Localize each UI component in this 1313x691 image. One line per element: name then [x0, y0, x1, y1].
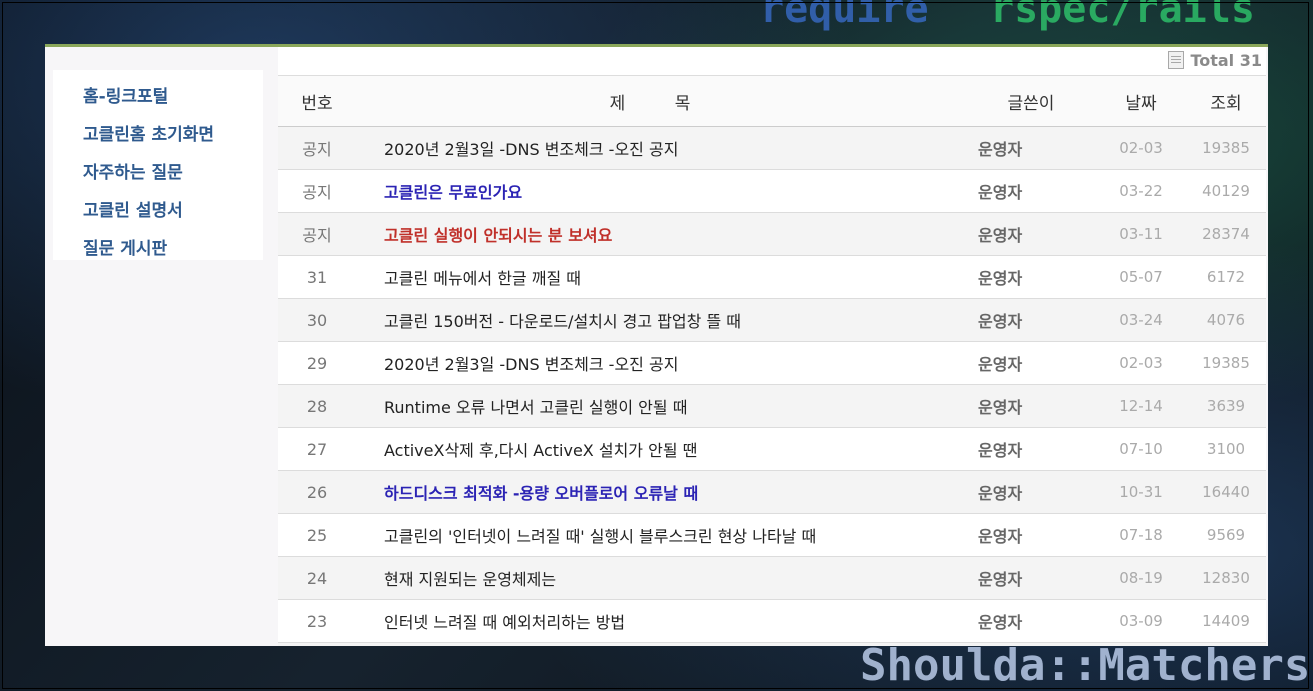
background-code-text: rspec/rails [990, 0, 1255, 32]
post-views: 28374 [1186, 212, 1266, 256]
post-title-link[interactable]: 고클린의 '인터넷이 느려질 때' 실행시 블루스크린 현상 나타날 때 [356, 513, 966, 557]
post-number: 공지 [278, 126, 356, 170]
post-date: 05-07 [1096, 255, 1186, 299]
post-views: 12496 [1186, 642, 1266, 646]
post-views: 19385 [1186, 341, 1266, 385]
post-number: 27 [278, 427, 356, 471]
post-title-link[interactable]: 인터넷 느려질 때 예외처리하는 방법 [356, 599, 966, 643]
post-writer: 운영자 [966, 126, 1096, 170]
post-writer: 운영자 [966, 384, 1096, 428]
post-number: 23 [278, 599, 356, 643]
post-writer: 운영자 [966, 255, 1096, 299]
table-row[interactable]: 22시작프로그램관리에 기본적으로 있어야 할 목록운영자12-1212496 [278, 642, 1266, 646]
post-views: 6172 [1186, 255, 1266, 299]
post-number: 28 [278, 384, 356, 428]
post-views: 40129 [1186, 169, 1266, 213]
post-writer: 운영자 [966, 599, 1096, 643]
table-header-row: 번호 제 목 글쓴이 날짜 조회 [278, 76, 1266, 127]
sidebar-item-qna-board[interactable]: 질문 게시판 [83, 230, 263, 268]
post-number: 공지 [278, 169, 356, 213]
post-writer: 운영자 [966, 298, 1096, 342]
document-icon [1168, 51, 1185, 69]
post-number: 30 [278, 298, 356, 342]
table-row[interactable]: 공지 고클린 실행이 안되시는 분 보셔요 운영자 03-11 28374 [278, 212, 1266, 256]
background-code-text: require [760, 0, 929, 32]
table-row[interactable]: 25 고클린의 '인터넷이 느려질 때' 실행시 블루스크린 현상 나타날 때 운영… [278, 513, 1266, 557]
total-count: Total 31 [278, 47, 1266, 76]
post-date: 03-11 [1096, 212, 1186, 256]
post-title-link[interactable]: 고클린 150버전 - 다운로드/설치시 경고 팝업창 뜰 때 [356, 298, 966, 342]
table-row[interactable]: 29 2020년 2월3일 -DNS 변조체크 -오진 공지 운영자 02-03 193… [278, 341, 1266, 385]
table-row[interactable]: 24 현재 지원되는 운영체제는 운영자 08-19 12830 [278, 556, 1266, 600]
post-number: 공지 [278, 212, 356, 256]
table-row[interactable]: 31 고클린 메뉴에서 한글 깨질 때 운영자 05-07 6172 [278, 255, 1266, 299]
sidebar-item-manual[interactable]: 고클린 설명서 [83, 192, 263, 230]
board-panel: 홈-링크포털 고클린홈 초기화면 자주하는 질문 고클린 설명서 질문 게시판 … [45, 44, 1268, 646]
sidebar-menu: 홈-링크포털 고클린홈 초기화면 자주하는 질문 고클린 설명서 질문 게시판 [53, 70, 263, 260]
post-writer: 운영자 [966, 212, 1096, 256]
post-title-link[interactable]: 고클린 실행이 안되시는 분 보셔요 [356, 212, 966, 256]
post-number: 24 [278, 556, 356, 600]
post-views: 19385 [1186, 126, 1266, 170]
column-header-title: 제 목 [356, 76, 966, 127]
post-writer: 운영자 [966, 341, 1096, 385]
sidebar-item-link-portal[interactable]: 홈-링크포털 [83, 78, 263, 116]
post-table: 번호 제 목 글쓴이 날짜 조회 공지 2020년 2월3일 -DNS 변조체크 … [278, 76, 1266, 646]
post-title-link[interactable]: 2020년 2월3일 -DNS 변조체크 -오진 공지 [356, 341, 966, 385]
post-views: 9569 [1186, 513, 1266, 557]
post-views: 3639 [1186, 384, 1266, 428]
column-header-date: 날짜 [1096, 76, 1186, 127]
post-writer: 운영자 [966, 427, 1096, 471]
post-writer: 운영자 [966, 169, 1096, 213]
post-title-link[interactable]: 현재 지원되는 운영체제는 [356, 556, 966, 600]
column-header-views: 조회 [1186, 76, 1266, 127]
post-number: 31 [278, 255, 356, 299]
post-date: 07-10 [1096, 427, 1186, 471]
table-row[interactable]: 23 인터넷 느려질 때 예외처리하는 방법 운영자 03-09 14409 [278, 599, 1266, 643]
post-title-link[interactable]: 고클린 메뉴에서 한글 깨질 때 [356, 255, 966, 299]
sidebar-item-faq[interactable]: 자주하는 질문 [83, 154, 263, 192]
post-views: 16440 [1186, 470, 1266, 514]
table-row[interactable]: 28 Runtime 오류 나면서 고클린 실행이 안될 때 운영자 12-14 363… [278, 384, 1266, 428]
post-date: 03-24 [1096, 298, 1186, 342]
table-row[interactable]: 26 하드디스크 최적화 -용량 오버플로어 오류날 때 운영자 10-31 16440 [278, 470, 1266, 514]
post-date: 12-14 [1096, 384, 1186, 428]
table-row[interactable]: 27 ActiveX삭제 후,다시 ActiveX 설치가 안될 땐 운영자 07-1… [278, 427, 1266, 471]
post-number: 29 [278, 341, 356, 385]
post-writer: 운영자 [966, 556, 1096, 600]
board-content: Total 31 번호 제 목 글쓴이 날짜 조회 공지 2020년 2월3일 -… [278, 47, 1266, 646]
table-row[interactable]: 공지 고클린은 무료인가요 운영자 03-22 40129 [278, 169, 1266, 213]
post-date: 03-09 [1096, 599, 1186, 643]
table-row[interactable]: 공지 2020년 2월3일 -DNS 변조체크 -오진 공지 운영자 02-03 193… [278, 126, 1266, 170]
post-number: 26 [278, 470, 356, 514]
post-date: 07-18 [1096, 513, 1186, 557]
post-title-link[interactable]: 하드디스크 최적화 -용량 오버플로어 오류날 때 [356, 470, 966, 514]
post-views: 14409 [1186, 599, 1266, 643]
post-date: 10-31 [1096, 470, 1186, 514]
post-title-link[interactable]: 고클린은 무료인가요 [356, 169, 966, 213]
post-title-link[interactable]: 시작프로그램관리에 기본적으로 있어야 할 목록 [356, 642, 966, 646]
post-title-link[interactable]: Runtime 오류 나면서 고클린 실행이 안될 때 [356, 384, 966, 428]
post-date: 08-19 [1096, 556, 1186, 600]
column-header-number: 번호 [278, 76, 356, 127]
post-date: 02-03 [1096, 126, 1186, 170]
post-date: 02-03 [1096, 341, 1186, 385]
post-date: 12-12 [1096, 642, 1186, 646]
post-date: 03-22 [1096, 169, 1186, 213]
post-views: 3100 [1186, 427, 1266, 471]
background-code-text: Shoulda::Matchers [860, 640, 1311, 691]
post-title-link[interactable]: ActiveX삭제 후,다시 ActiveX 설치가 안될 땐 [356, 427, 966, 471]
sidebar-item-home[interactable]: 고클린홈 초기화면 [83, 116, 263, 154]
column-header-writer: 글쓴이 [966, 76, 1096, 127]
post-writer: 운영자 [966, 513, 1096, 557]
post-writer: 운영자 [966, 642, 1096, 646]
post-number: 25 [278, 513, 356, 557]
post-title-link[interactable]: 2020년 2월3일 -DNS 변조체크 -오진 공지 [356, 126, 966, 170]
total-label: Total 31 [1190, 51, 1262, 70]
post-number: 22 [278, 642, 356, 646]
post-views: 12830 [1186, 556, 1266, 600]
post-writer: 운영자 [966, 470, 1096, 514]
table-row[interactable]: 30 고클린 150버전 - 다운로드/설치시 경고 팝업창 뜰 때 운영자 03-2… [278, 298, 1266, 342]
post-views: 4076 [1186, 298, 1266, 342]
